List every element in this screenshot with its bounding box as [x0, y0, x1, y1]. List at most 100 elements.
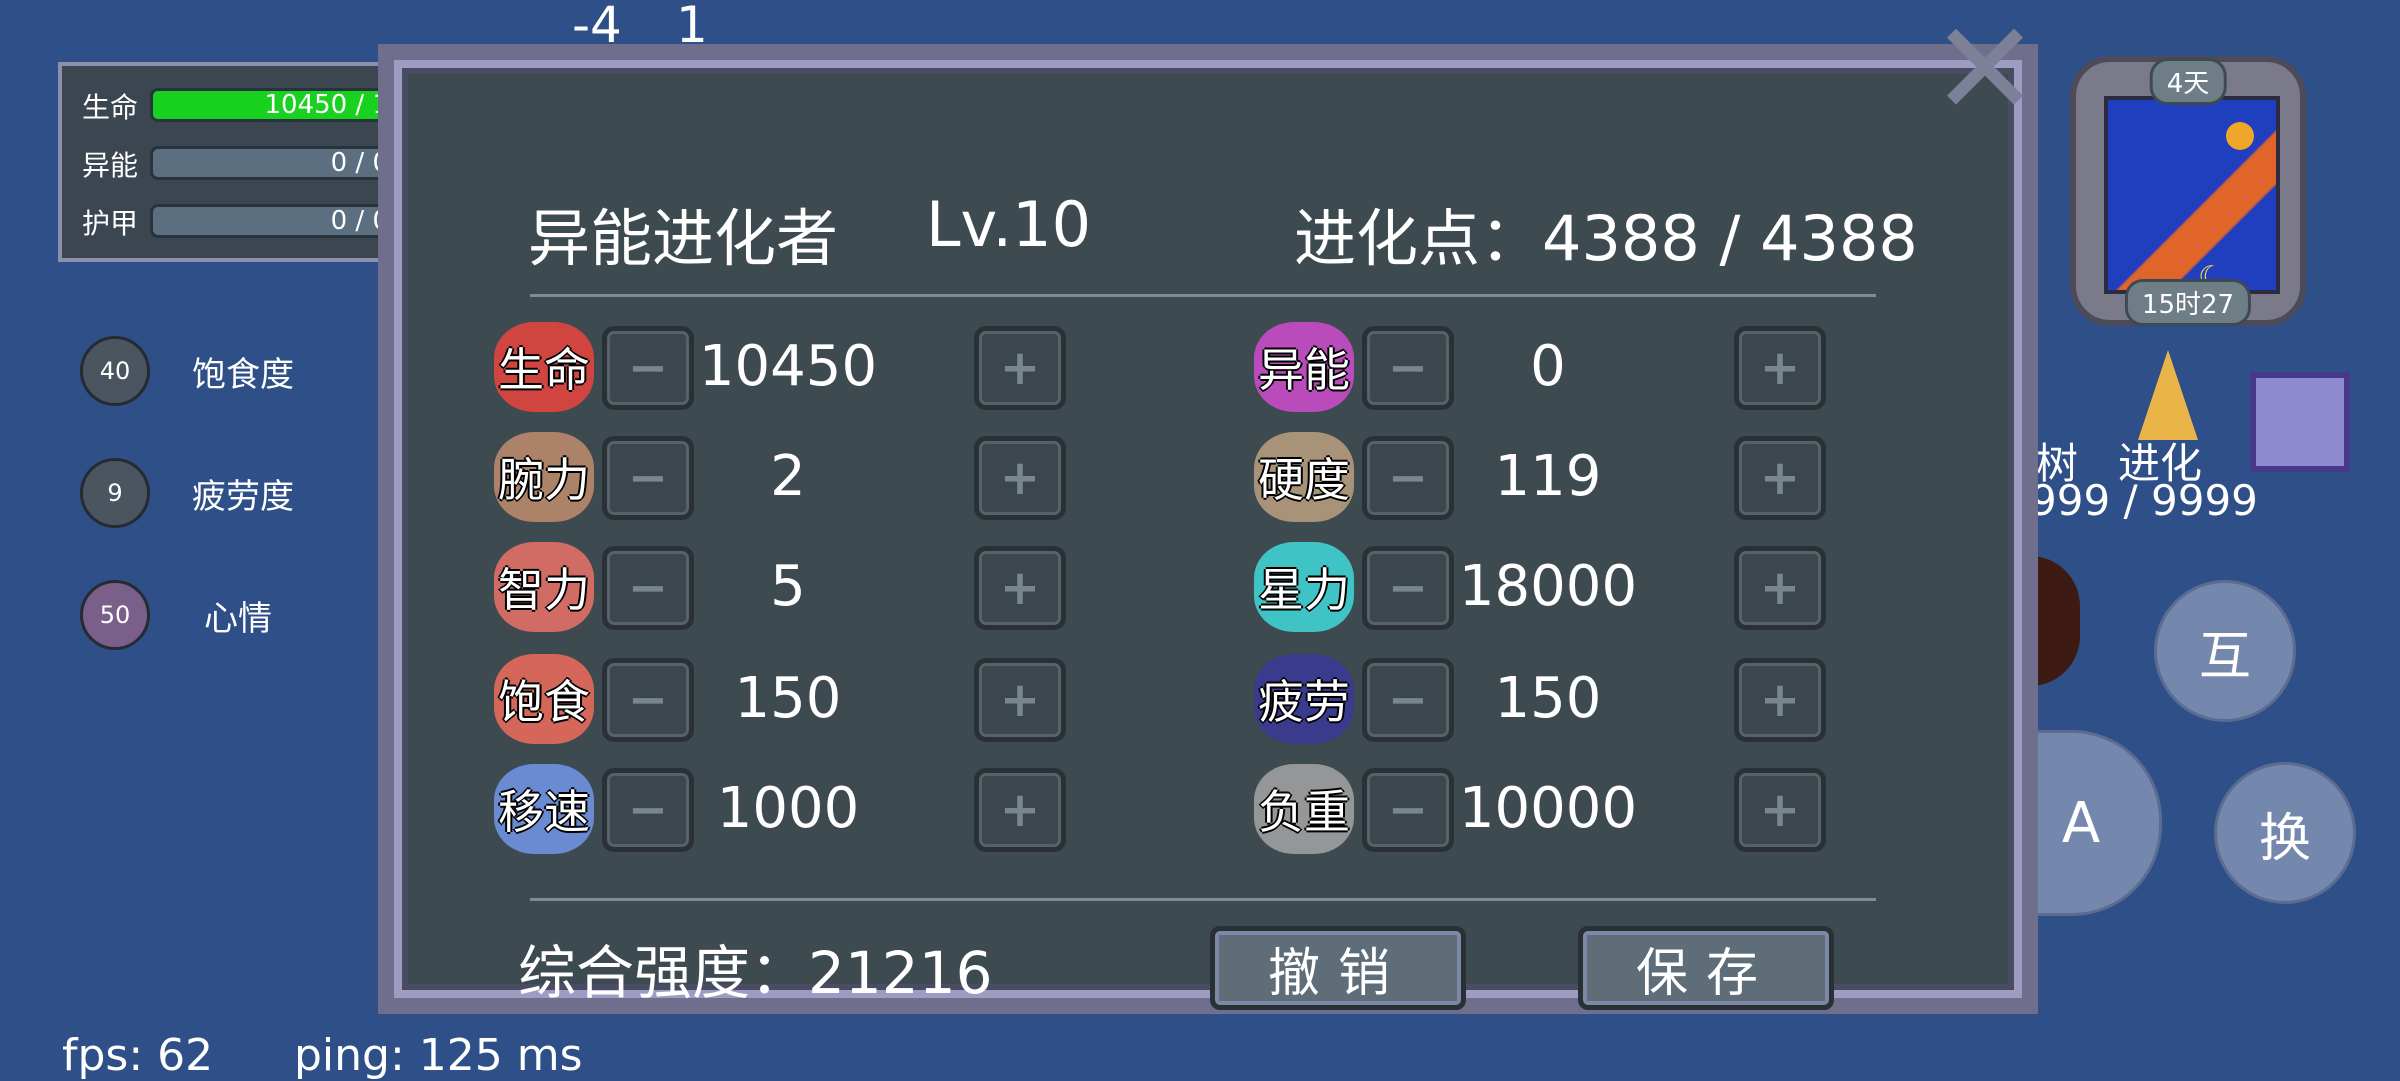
wing-icon: 移速	[494, 764, 594, 854]
energy-bar: 0 / 0	[150, 146, 410, 180]
fps-counter: fps: 62	[62, 1030, 214, 1081]
left-minus-button-1[interactable]: −	[602, 436, 694, 520]
swap-label: 换	[2258, 808, 2311, 869]
fatigue-label: 疲劳度	[192, 476, 294, 517]
plus-icon: +	[1759, 450, 1801, 506]
undo-button[interactable]: 撤销	[1210, 926, 1466, 1010]
left-minus-button-0[interactable]: −	[602, 326, 694, 410]
attr-label: 疲劳	[1258, 675, 1350, 729]
food-icon: 40	[80, 336, 150, 406]
close-icon: ✕	[1930, 0, 2040, 145]
attr-label: 生命	[498, 343, 590, 397]
attr-label: 饱食	[498, 675, 590, 729]
plus-icon: +	[1759, 340, 1801, 396]
evolve-button[interactable]: 进化	[2118, 350, 2218, 488]
evolution-points: 进化点：4388 / 4388	[1294, 202, 1918, 275]
left-plus-button-4[interactable]: +	[974, 768, 1066, 852]
left-minus-button-4[interactable]: −	[602, 768, 694, 852]
hp-bar: 10450 / 1	[150, 88, 410, 122]
close-button[interactable]: ✕	[1930, 4, 2040, 134]
quest-scroll-icon[interactable]	[2250, 372, 2350, 472]
attack-label: A	[2061, 790, 2101, 856]
left-plus-button-0[interactable]: +	[974, 326, 1066, 410]
magic-star-icon: 异能	[1254, 322, 1354, 412]
class-title: 异能进化者	[528, 202, 839, 275]
need-hunger: 40 饱食度	[80, 336, 294, 406]
energy-row: 异能	[82, 142, 154, 186]
left-plus-button-1[interactable]: +	[974, 436, 1066, 520]
top-divider	[530, 294, 1876, 297]
sun-icon	[2226, 122, 2254, 150]
hp-text: 10450 / 1	[264, 90, 389, 120]
swap-button[interactable]: 换	[2214, 762, 2356, 904]
interact-label: 互	[2198, 626, 2251, 687]
day-clock: ☾ 4天 15时27	[2070, 56, 2306, 326]
armor-row: 护甲	[82, 200, 154, 244]
hp-row: 生命	[82, 84, 154, 128]
minus-icon: −	[1387, 782, 1429, 838]
energy-label: 异能	[82, 149, 139, 182]
plus-icon: +	[999, 782, 1041, 838]
resource-text: 999 / 9999	[2030, 476, 2258, 525]
status-panel: 生命 10450 / 1 异能 0 / 0 护甲 0 / 0	[58, 62, 410, 262]
minus-icon: −	[627, 560, 669, 616]
undo-label: 撤销	[1267, 943, 1408, 1004]
meat-icon: 饱食	[494, 654, 594, 744]
evolve-icon	[2138, 350, 2198, 440]
attr-label: 移速	[498, 785, 590, 839]
attr-label: 腕力	[498, 453, 590, 507]
fatigue-icon: 9	[80, 458, 150, 528]
attr-label: 智力	[498, 563, 590, 617]
heart-icon: 50	[80, 580, 150, 650]
save-button[interactable]: 保存	[1578, 926, 1834, 1010]
right-plus-button-4[interactable]: +	[1734, 768, 1826, 852]
minus-icon: −	[627, 450, 669, 506]
plus-icon: +	[1759, 560, 1801, 616]
need-fatigue: 9 疲劳度	[80, 458, 294, 528]
hp-label: 生命	[82, 91, 139, 124]
left-minus-button-3[interactable]: −	[602, 658, 694, 742]
right-plus-button-0[interactable]: +	[1734, 326, 1826, 410]
right-minus-button-2[interactable]: −	[1362, 546, 1454, 630]
right-plus-button-1[interactable]: +	[1734, 436, 1826, 520]
armor-label: 护甲	[82, 207, 139, 240]
attr-value: 150	[1494, 666, 1602, 731]
attr-value: 5	[770, 554, 806, 619]
hunger-value: 40	[99, 357, 131, 385]
day-badge: 4天	[2149, 58, 2227, 105]
right-plus-button-3[interactable]: +	[1734, 658, 1826, 742]
plus-icon: +	[999, 560, 1041, 616]
attr-value: 119	[1494, 444, 1602, 509]
brain-icon: 智力	[494, 542, 594, 632]
fist-icon: 腕力	[494, 432, 594, 522]
attr-value: 0	[1530, 334, 1566, 399]
right-minus-button-0[interactable]: −	[1362, 326, 1454, 410]
level-text: Lv.10	[926, 188, 1092, 261]
right-minus-button-3[interactable]: −	[1362, 658, 1454, 742]
mood-value: 50	[99, 601, 131, 629]
right-minus-button-4[interactable]: −	[1362, 768, 1454, 852]
evolution-dialog: 异能进化者 Lv.10 进化点：4388 / 4388 生命 −10450 + 腕力 −…	[378, 44, 2038, 1014]
weight-icon: 负重	[1254, 764, 1354, 854]
fatigue-value: 9	[107, 479, 123, 507]
plus-icon: +	[1759, 672, 1801, 728]
attr-label: 硬度	[1258, 453, 1350, 507]
left-minus-button-2[interactable]: −	[602, 546, 694, 630]
attr-label: 异能	[1258, 343, 1350, 397]
left-plus-button-2[interactable]: +	[974, 546, 1066, 630]
left-plus-button-3[interactable]: +	[974, 658, 1066, 742]
attr-label: 负重	[1258, 785, 1350, 839]
interact-button[interactable]: 互	[2154, 580, 2296, 722]
attr-value: 10450	[698, 334, 878, 399]
minus-icon: −	[1387, 450, 1429, 506]
plus-icon: +	[999, 672, 1041, 728]
minus-icon: −	[627, 782, 669, 838]
mood-label: 心情	[204, 598, 272, 639]
right-plus-button-2[interactable]: +	[1734, 546, 1826, 630]
attr-value: 2	[770, 444, 806, 509]
right-minus-button-1[interactable]: −	[1362, 436, 1454, 520]
plus-icon: +	[1759, 782, 1801, 838]
attr-value: 10000	[1458, 776, 1638, 841]
attr-label: 星力	[1258, 563, 1350, 617]
minus-icon: −	[627, 672, 669, 728]
